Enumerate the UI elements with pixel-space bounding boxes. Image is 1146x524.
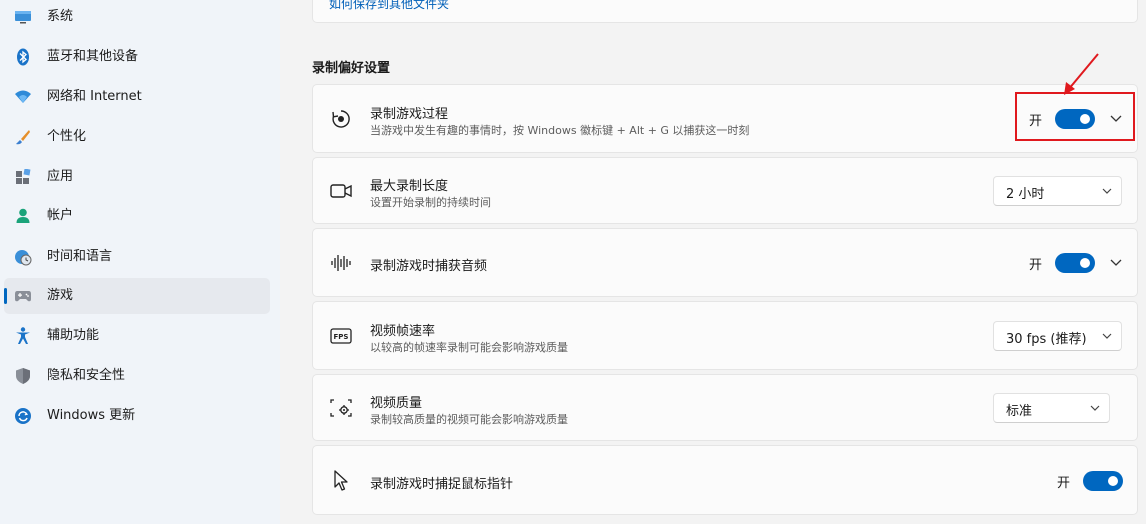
sidebar-item-label: 游戏: [47, 288, 74, 303]
frame-rate-card: FPS 视频帧速率 以较高的帧速率录制可能会影响游戏质量 30 fps (推荐): [312, 301, 1138, 370]
sidebar-item-label: 蓝牙和其他设备: [47, 49, 139, 64]
video-quality-value: 标准: [1006, 404, 1033, 419]
sidebar-item-label: 应用: [47, 169, 74, 184]
section-title: 录制偏好设置: [312, 61, 391, 76]
sidebar-item-label: 系统: [47, 9, 74, 24]
sidebar-item-label: 帐户: [47, 208, 74, 223]
globe-clock-icon: [14, 248, 32, 266]
capture-audio-toggle-group: 开: [1029, 253, 1096, 273]
person-icon: [14, 207, 32, 225]
toggle-state-label: 开: [1057, 475, 1071, 491]
record-game-subtitle: 当游戏中发生有趣的事情时，按 Windows 徽标键 + Alt + G 以捕获…: [370, 124, 750, 137]
accessibility-icon: [14, 327, 32, 345]
video-camera-icon: [329, 179, 353, 203]
main-content: 如何保存到其他文件夹 录制偏好设置 录制游戏过程 当游戏中发生有趣的事情时，按 …: [280, 0, 1146, 524]
annotation-highlight-box: [1015, 92, 1135, 141]
wifi-icon: [14, 88, 32, 106]
sidebar-item-personalization[interactable]: 个性化: [4, 119, 270, 155]
record-icon: [329, 107, 353, 131]
capture-audio-title: 录制游戏时捕获音频: [370, 259, 488, 274]
sidebar: 系统 蓝牙和其他设备 网络和 Internet 个性化 应用 帐户 时间和语言 …: [0, 0, 280, 524]
video-quality-title: 视频质量: [370, 396, 423, 411]
save-location-card: 如何保存到其他文件夹: [312, 0, 1138, 23]
save-location-link[interactable]: 如何保存到其他文件夹: [329, 0, 449, 12]
chevron-down-icon[interactable]: [1108, 255, 1124, 271]
sidebar-item-label: 时间和语言: [47, 249, 113, 264]
frame-rate-dropdown[interactable]: 30 fps (推荐): [993, 321, 1122, 351]
sidebar-item-label: 网络和 Internet: [47, 89, 142, 104]
frame-rate-title: 视频帧速率: [370, 324, 436, 339]
sidebar-item-gaming[interactable]: 游戏: [4, 278, 270, 314]
max-length-dropdown[interactable]: 2 小时: [993, 176, 1122, 206]
quality-icon: [329, 396, 353, 420]
capture-cursor-card: 录制游戏时捕捉鼠标指针 开: [312, 445, 1138, 515]
sidebar-item-accessibility[interactable]: 辅助功能: [4, 318, 270, 354]
chevron-down-icon: [1102, 188, 1112, 194]
gamepad-icon: [14, 287, 32, 305]
capture-audio-card[interactable]: 录制游戏时捕获音频 开: [312, 228, 1138, 297]
video-quality-subtitle: 录制较高质量的视频可能会影响游戏质量: [370, 413, 568, 426]
max-length-card: 最大录制长度 设置开始录制的持续时间 2 小时: [312, 157, 1138, 224]
video-quality-card: 视频质量 录制较高质量的视频可能会影响游戏质量 标准: [312, 374, 1138, 441]
toggle-state-label: 开: [1029, 257, 1043, 273]
sidebar-item-label: 个性化: [47, 129, 87, 144]
bluetooth-icon: [14, 48, 32, 66]
frame-rate-subtitle: 以较高的帧速率录制可能会影响游戏质量: [370, 341, 568, 354]
max-length-value: 2 小时: [1006, 187, 1045, 202]
sidebar-item-bluetooth[interactable]: 蓝牙和其他设备: [4, 39, 270, 75]
sidebar-item-system[interactable]: 系统: [4, 0, 270, 35]
frame-rate-value: 30 fps (推荐): [1006, 332, 1087, 347]
toggle-knob: [1108, 476, 1119, 486]
shield-icon: [14, 367, 32, 385]
capture-cursor-title: 录制游戏时捕捉鼠标指针: [370, 477, 514, 492]
max-length-subtitle: 设置开始录制的持续时间: [370, 196, 491, 209]
active-indicator: [4, 288, 7, 304]
annotation-arrow-icon: [1064, 53, 1099, 95]
sidebar-item-privacy[interactable]: 隐私和安全性: [4, 358, 270, 394]
audio-wave-icon: [329, 251, 353, 275]
max-length-title: 最大录制长度: [370, 179, 449, 194]
capture-cursor-toggle[interactable]: [1083, 471, 1124, 491]
capture-audio-toggle[interactable]: [1055, 253, 1096, 273]
toggle-knob: [1080, 258, 1091, 268]
apps-icon: [14, 168, 32, 186]
sidebar-item-time-language[interactable]: 时间和语言: [4, 239, 270, 275]
sidebar-item-label: Windows 更新: [47, 408, 136, 423]
sidebar-item-label: 辅助功能: [47, 328, 100, 343]
cursor-icon: [329, 469, 353, 493]
sidebar-item-label: 隐私和安全性: [47, 368, 126, 383]
chevron-down-icon: [1102, 333, 1112, 339]
monitor-icon: [14, 8, 32, 26]
video-quality-dropdown[interactable]: 标准: [993, 393, 1110, 423]
sidebar-item-windows-update[interactable]: Windows 更新: [4, 398, 270, 434]
capture-cursor-toggle-group: 开: [1057, 471, 1124, 491]
record-game-title: 录制游戏过程: [370, 107, 449, 122]
sidebar-item-apps[interactable]: 应用: [4, 159, 270, 195]
svg-text:FPS: FPS: [334, 333, 349, 341]
chevron-down-icon: [1090, 405, 1100, 411]
fps-icon: FPS: [329, 324, 353, 348]
sidebar-item-accounts[interactable]: 帐户: [4, 198, 270, 234]
sidebar-item-network[interactable]: 网络和 Internet: [4, 79, 270, 115]
update-icon: [14, 407, 32, 425]
brush-icon: [14, 128, 32, 146]
